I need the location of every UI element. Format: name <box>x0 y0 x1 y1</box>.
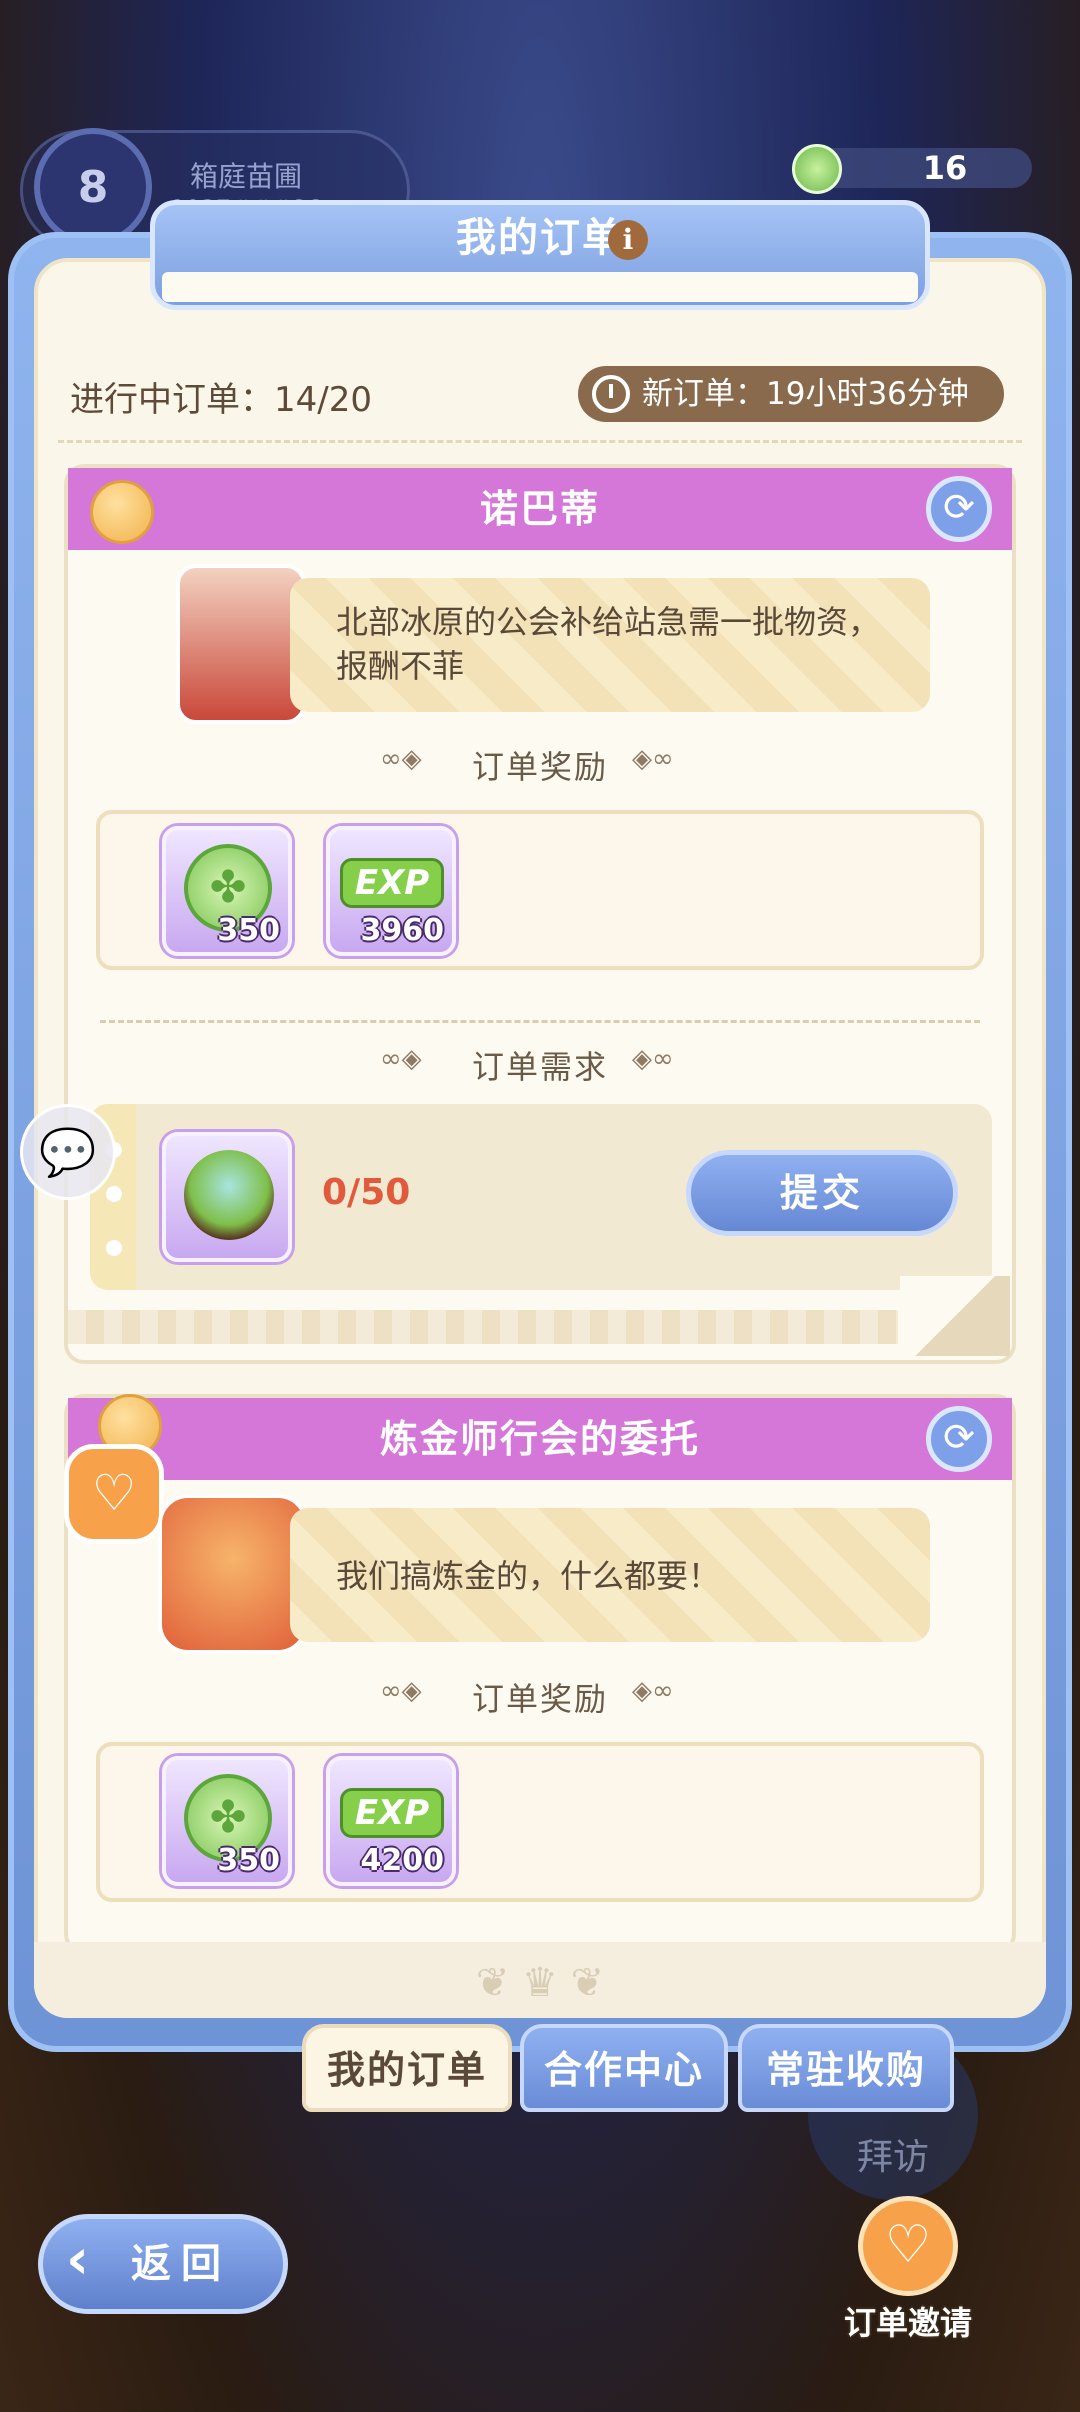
refresh-order-button[interactable]: ⟳ <box>926 476 992 542</box>
requirement-progress: 0/50 <box>322 1172 411 1213</box>
order-invite-label: 订单邀请 <box>843 2304 972 2342</box>
divider <box>58 440 1022 443</box>
page-title: 我的订单 <box>456 215 624 261</box>
reward-amount: 3960 <box>360 913 445 948</box>
order-card-title: 炼金师行会的委托 <box>68 1398 1012 1480</box>
player-level-badge: 8 <box>34 128 152 246</box>
clock-icon <box>592 375 630 413</box>
salad-bowl-icon <box>184 1150 274 1240</box>
dot-icon <box>106 1240 122 1256</box>
ornament-icon: ◈∞ <box>632 1676 674 1706</box>
divider <box>100 1020 980 1023</box>
pin-icon <box>90 480 154 544</box>
reward-amount: 4200 <box>360 1843 445 1878</box>
back-arrow-icon: ‹ <box>66 2227 90 2292</box>
reward-item[interactable]: ✤ 350 <box>162 826 292 956</box>
invite-badge-icon: ♡ <box>64 1444 164 1544</box>
order-message: 我们搞炼金的，什么都要！ <box>336 1557 721 1595</box>
new-order-timer: 新订单：19小时36分钟 <box>578 366 1004 422</box>
ongoing-orders-count: 进行中订单：14/20 <box>70 380 372 420</box>
tab-my-orders[interactable]: 我的订单 <box>302 2024 512 2112</box>
title-strip <box>162 272 918 302</box>
card-zigzag-edge <box>68 1310 898 1344</box>
refresh-order-button[interactable]: ⟳ <box>926 1406 992 1472</box>
reward-section-title: 订单奖励 <box>471 1680 608 1718</box>
reward-item[interactable]: ✤ 350 <box>162 1756 292 1886</box>
reward-item[interactable]: EXP 3960 <box>326 826 456 956</box>
crest-icon: ❦ ♛ ❦ <box>475 1960 605 2006</box>
clover-coin-icon <box>792 144 842 194</box>
player-name: 箱庭苗圃 <box>190 160 303 193</box>
order-message: 北部冰原的公会补给站急需一批物资，报酬不菲 <box>336 603 881 685</box>
dot-icon <box>106 1186 122 1202</box>
reward-amount: 350 <box>217 913 280 948</box>
page-fold <box>900 1276 1010 1356</box>
exp-clover-icon: EXP <box>340 1788 444 1838</box>
chat-bubble-button[interactable]: 💬 <box>20 1104 116 1200</box>
currency-value: 16 <box>922 149 968 187</box>
client-avatar <box>176 564 306 724</box>
order-invite-button[interactable]: ♡ <box>858 2196 958 2296</box>
order-card-title: 诺巴蒂 <box>68 468 1012 550</box>
ornament-icon: ◈∞ <box>632 1044 674 1074</box>
ornament-icon: ◈∞ <box>632 744 674 774</box>
reward-amount: 350 <box>217 1843 280 1878</box>
reward-section-title: 订单奖励 <box>471 748 608 786</box>
requirement-section-title: 订单需求 <box>471 1048 608 1086</box>
exp-clover-icon: EXP <box>340 858 444 908</box>
info-icon[interactable]: i <box>608 220 648 260</box>
reward-item[interactable]: EXP 4200 <box>326 1756 456 1886</box>
submit-button[interactable]: 提交 <box>686 1150 958 1236</box>
tab-regular-purchase[interactable]: 常驻收购 <box>738 2024 954 2112</box>
required-item[interactable] <box>162 1132 292 1262</box>
tab-cooperation-center[interactable]: 合作中心 <box>520 2024 728 2112</box>
client-avatar <box>158 1494 308 1654</box>
